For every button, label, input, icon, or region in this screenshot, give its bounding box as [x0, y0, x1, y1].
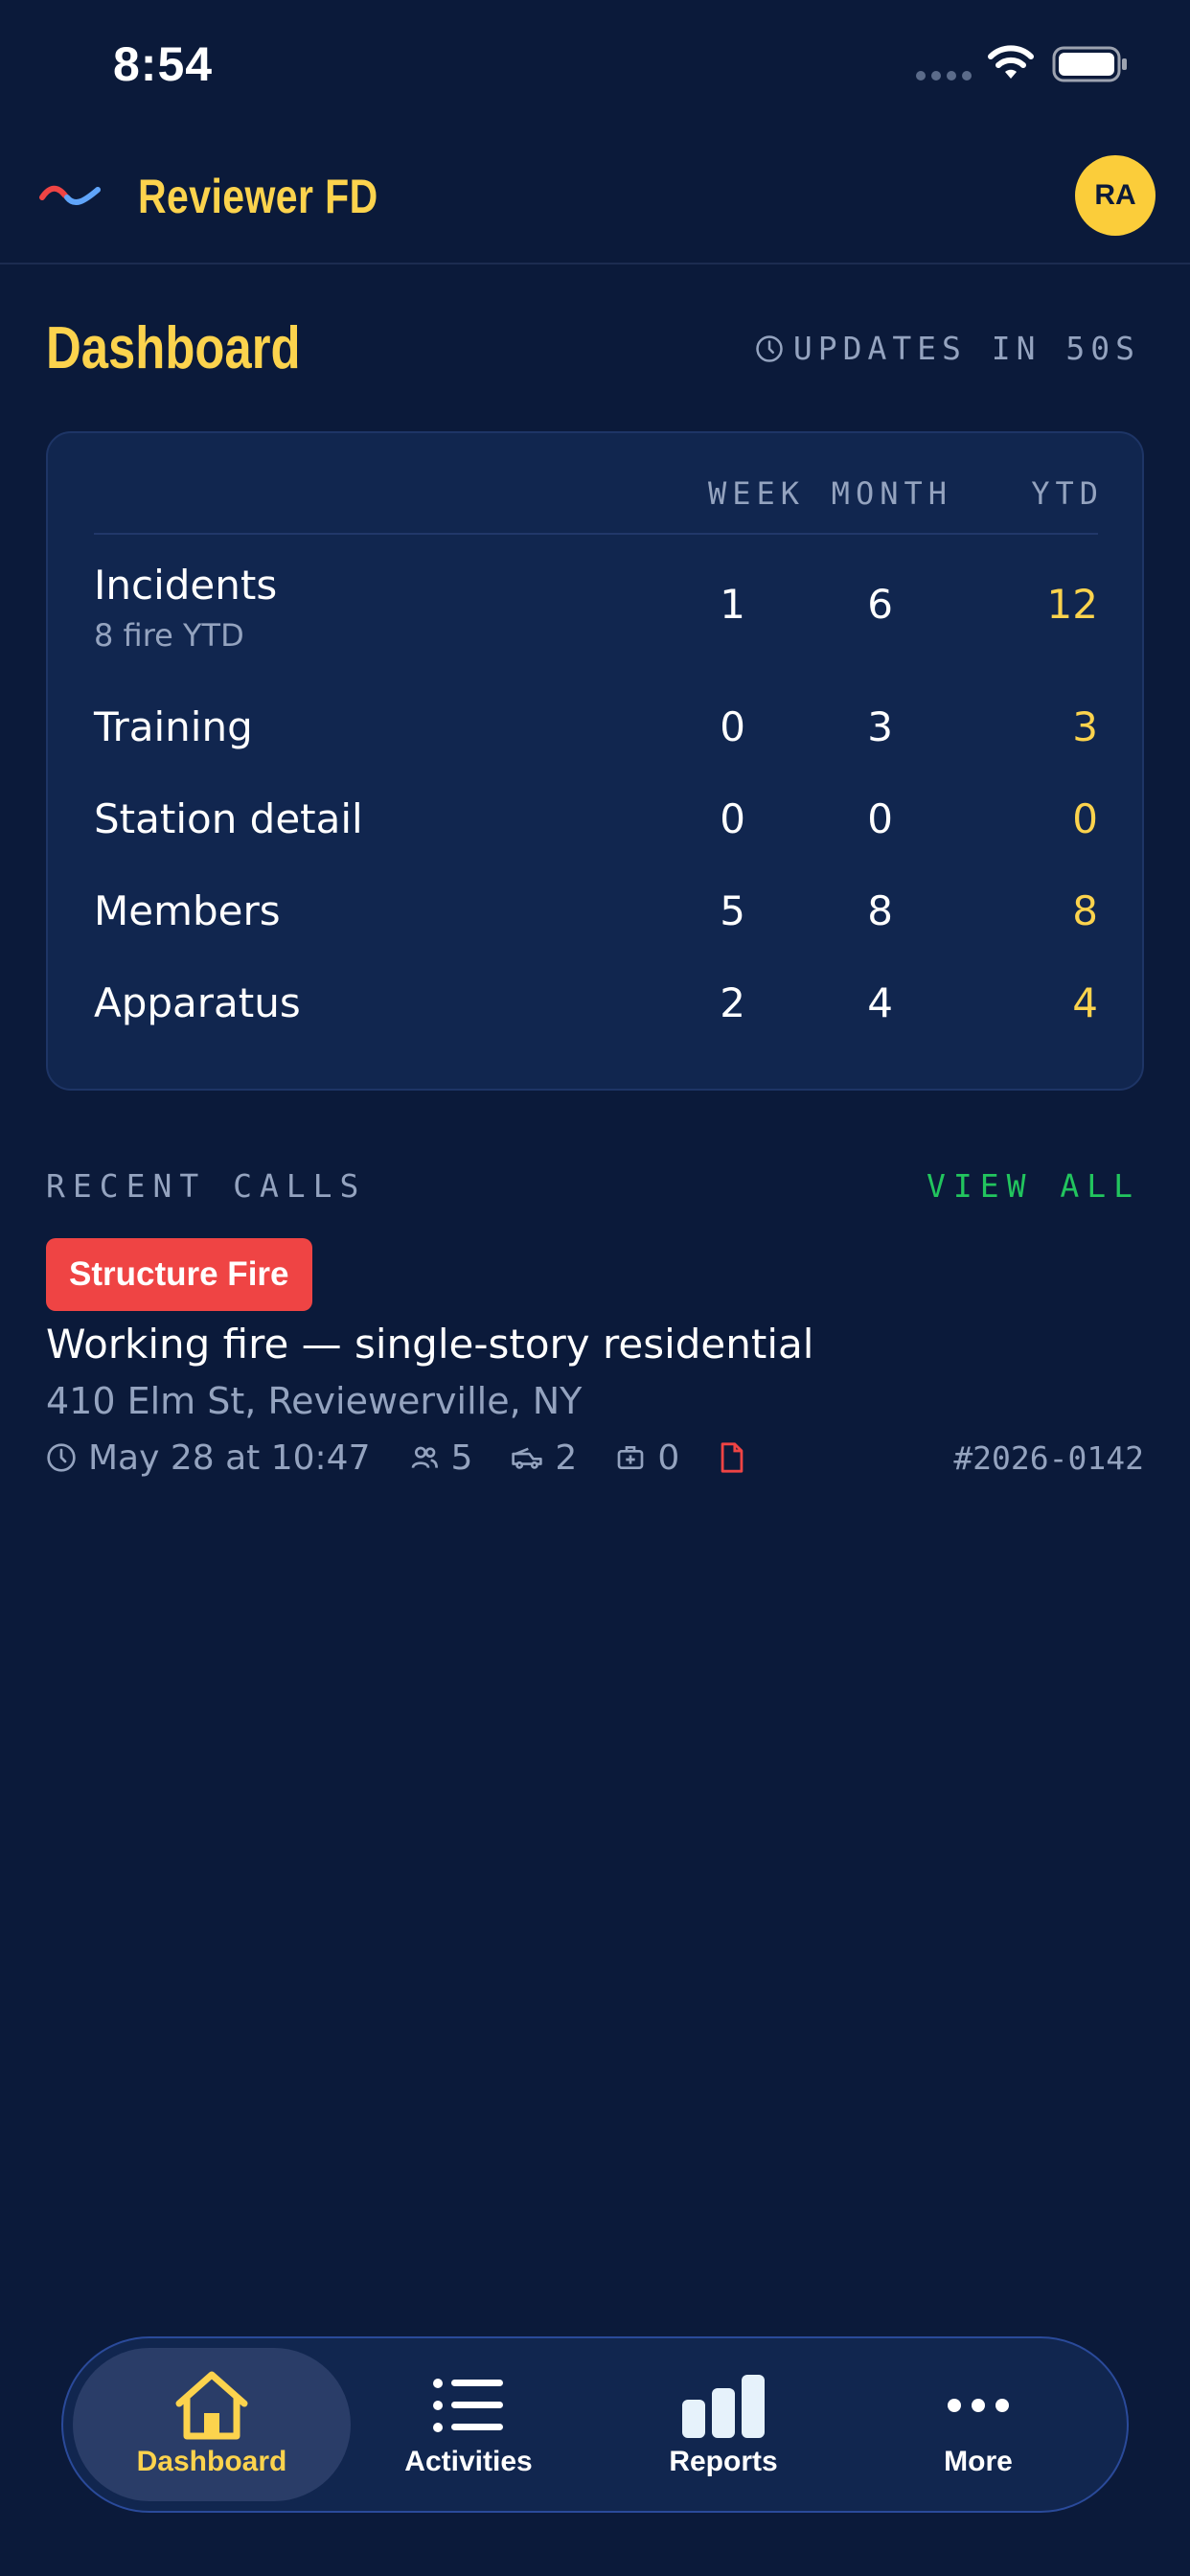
stats-card: WEEK MONTH YTD Incidents 8 fire YTD 1 6 …	[46, 431, 1144, 1091]
stat-row-incidents[interactable]: Incidents 8 fire YTD 1 6 12	[94, 562, 1098, 654]
status-time: 8:54	[113, 37, 214, 91]
more-dots-icon	[948, 2399, 1009, 2412]
stat-week: 0	[720, 795, 745, 842]
stat-month: 6	[867, 581, 893, 628]
app-title: Reviewer FD	[138, 170, 378, 223]
stat-ytd: 8	[1072, 887, 1098, 934]
stat-week: 0	[720, 703, 745, 750]
column-ytd: YTD	[1031, 475, 1104, 512]
stat-ytd: 0	[1072, 795, 1098, 842]
stat-sublabel: 8 fire YTD	[94, 617, 244, 654]
stat-ytd: 4	[1072, 979, 1098, 1026]
bar-chart-icon	[682, 2375, 765, 2438]
status-bar: 8:54	[0, 0, 1190, 134]
call-apparatus-count: 2	[555, 1438, 578, 1478]
call-type-badge: Structure Fire	[46, 1238, 312, 1311]
avatar[interactable]: RA	[1075, 155, 1156, 236]
tab-more[interactable]: More	[839, 2348, 1117, 2501]
bottom-tab-bar: Dashboard Activities Reports More	[61, 2336, 1129, 2513]
tab-label: More	[944, 2446, 1013, 2477]
home-icon	[175, 2371, 248, 2440]
stat-month: 0	[867, 795, 893, 842]
stat-row-apparatus[interactable]: Apparatus 2 4 4	[94, 979, 1098, 1056]
stat-label: Training	[94, 703, 253, 750]
stat-month: 3	[867, 703, 893, 750]
stats-header: WEEK MONTH YTD	[94, 475, 1098, 535]
stat-row-members[interactable]: Members 5 8 8	[94, 887, 1098, 964]
recent-calls-heading: RECENT CALLS	[46, 1167, 367, 1205]
updates-text: UPDATES IN 50S	[792, 330, 1140, 367]
page-title: Dashboard	[46, 315, 301, 381]
app-header: Reviewer FD RA	[0, 134, 1190, 264]
call-address: 410 Elm St, Reviewerville, NY	[46, 1380, 583, 1422]
call-number: #2026-0142	[953, 1439, 1144, 1477]
stat-label: Incidents	[94, 562, 278, 609]
column-week: WEEK	[707, 475, 805, 512]
call-patients: 0	[615, 1438, 679, 1478]
tab-label: Reports	[669, 2446, 778, 2477]
call-title[interactable]: Working fire — single-story residential	[46, 1321, 813, 1368]
list-icon	[433, 2379, 503, 2432]
stat-ytd: 12	[1046, 581, 1098, 628]
column-month: MONTH	[831, 475, 952, 512]
users-icon	[411, 1446, 438, 1469]
stat-row-station-detail[interactable]: Station detail 0 0 0	[94, 795, 1098, 872]
stat-label: Station detail	[94, 795, 363, 842]
cellular-signal-icon	[916, 71, 972, 80]
clock-icon	[47, 1443, 76, 1472]
call-members: 5	[409, 1438, 473, 1478]
stat-week: 1	[720, 581, 745, 628]
view-all-link[interactable]: VIEW ALL	[927, 1167, 1140, 1205]
call-apparatus: 2	[511, 1438, 577, 1478]
tab-activities[interactable]: Activities	[330, 2348, 607, 2501]
truck-icon	[512, 1447, 543, 1469]
stat-ytd: 3	[1072, 703, 1098, 750]
stat-row-training[interactable]: Training 0 3 3	[94, 703, 1098, 780]
medical-kit-icon	[617, 1446, 644, 1469]
tab-label: Dashboard	[136, 2446, 287, 2477]
call-datetime: May 28 at 10:47	[46, 1438, 371, 1478]
tab-label: Activities	[404, 2446, 533, 2477]
battery-icon	[1052, 46, 1127, 82]
stat-month: 8	[867, 887, 893, 934]
stat-week: 2	[720, 979, 745, 1026]
call-patients-count: 0	[657, 1438, 680, 1478]
call-datetime-text: May 28 at 10:47	[88, 1438, 371, 1478]
call-meta: May 28 at 10:47 5 2 0 #2026-0142	[46, 1436, 1144, 1480]
stat-label: Apparatus	[94, 979, 301, 1026]
document-icon[interactable]	[718, 1441, 746, 1474]
stat-label: Members	[94, 887, 281, 934]
tab-dashboard[interactable]: Dashboard	[73, 2348, 351, 2501]
wave-logo-icon	[39, 185, 101, 206]
stat-month: 4	[867, 979, 893, 1026]
tab-reports[interactable]: Reports	[584, 2348, 862, 2501]
clock-icon	[756, 334, 783, 362]
updates-countdown: UPDATES IN 50S	[755, 330, 1140, 367]
stat-week: 5	[720, 887, 745, 934]
call-members-count: 5	[450, 1438, 473, 1478]
wifi-icon	[988, 45, 1034, 79]
